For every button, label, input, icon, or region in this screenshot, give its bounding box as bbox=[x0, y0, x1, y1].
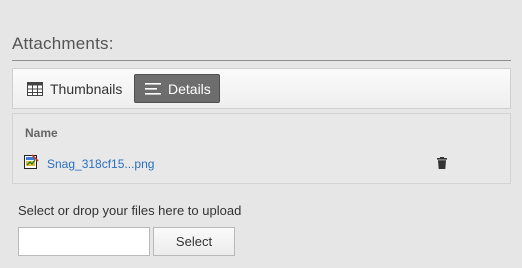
file-row: Snag_318cf15...png bbox=[23, 152, 503, 174]
details-view-button[interactable]: Details bbox=[134, 74, 220, 103]
attachments-widget: Attachments: Thumbnails Details Name Sna… bbox=[0, 0, 522, 268]
trash-icon[interactable] bbox=[437, 156, 447, 174]
thumbnails-view-button[interactable]: Thumbnails bbox=[19, 74, 130, 103]
upload-instructions: Select or drop your files here to upload bbox=[18, 203, 242, 218]
file-name-link[interactable]: Snag_318cf15...png bbox=[47, 157, 154, 171]
list-icon bbox=[145, 82, 161, 95]
view-toggle-bar: Thumbnails Details bbox=[12, 68, 511, 109]
select-file-button[interactable]: Select bbox=[153, 227, 235, 256]
file-path-input[interactable] bbox=[18, 227, 150, 256]
file-list-panel: Name Snag_318cf15...png bbox=[12, 113, 511, 184]
title-divider bbox=[12, 60, 511, 61]
grid-icon bbox=[27, 81, 43, 96]
attachments-title: Attachments: bbox=[12, 34, 114, 53]
name-column-header: Name bbox=[25, 126, 58, 140]
details-label: Details bbox=[168, 80, 211, 97]
thumbnails-label: Thumbnails bbox=[50, 80, 123, 97]
image-file-icon bbox=[23, 154, 39, 175]
